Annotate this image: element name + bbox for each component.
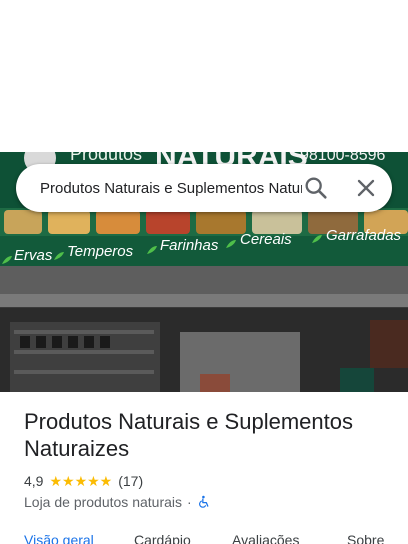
shelf-line [14,370,154,374]
sign-brand-prefix: Produtos [70,152,142,164]
rating-value: 4,9 [24,473,44,489]
close-button[interactable] [352,174,380,202]
rating-row[interactable]: 4,9 ★★★★★ (17) [24,471,143,491]
star-rating-icon: ★★★★★ [49,473,113,489]
counter-item [200,374,230,392]
back-wall [180,332,300,392]
search-input[interactable]: Produtos Naturais e Suplementos Naturaiz… [40,179,302,199]
map-area-blank [0,0,408,152]
product-jar [68,336,78,348]
review-count[interactable]: (17) [118,471,143,491]
sign-phone: 98100-8596 [300,152,386,164]
sign-word: Ervas [14,247,53,264]
category-row: Loja de produtos naturais · [24,492,211,512]
shelf-right [370,320,408,368]
sign-word: Garrafadas [326,227,402,244]
product-jar [20,336,30,348]
tab-overview[interactable]: Visão geral [24,530,94,544]
search-bar[interactable]: Produtos Naturais e Suplementos Naturaiz… [16,164,392,212]
wheelchair-accessible-icon [198,495,209,508]
close-icon [357,179,375,197]
tab-reviews[interactable]: Avaliações [232,530,299,544]
product-jar [52,336,62,348]
product-jar [84,336,94,348]
product-jar [100,336,110,348]
separator-dot: · [187,494,192,510]
product-jar [36,336,46,348]
search-button[interactable] [302,174,330,202]
store-door-frame [0,294,408,308]
tab-about[interactable]: Sobre [347,530,384,544]
sign-word: Cereais [240,231,292,248]
place-category: Loja de produtos naturais [24,494,182,510]
display-case [340,368,374,392]
shelf-line [14,350,154,354]
sign-word: Temperos [67,243,134,260]
place-tabs: Visão geral Cardápio Avaliações Sobre [0,530,408,544]
place-title: Produtos Naturais e Suplementos Naturaiz… [24,409,353,461]
product-thumb [48,210,90,234]
product-thumb [96,210,140,234]
product-thumb [196,210,246,234]
product-thumb [4,210,42,234]
product-thumb [146,210,190,234]
tab-menu[interactable]: Cardápio [134,530,191,544]
search-icon [305,177,327,199]
shelf-line [14,330,154,334]
sign-word: Farinhas [160,237,219,254]
